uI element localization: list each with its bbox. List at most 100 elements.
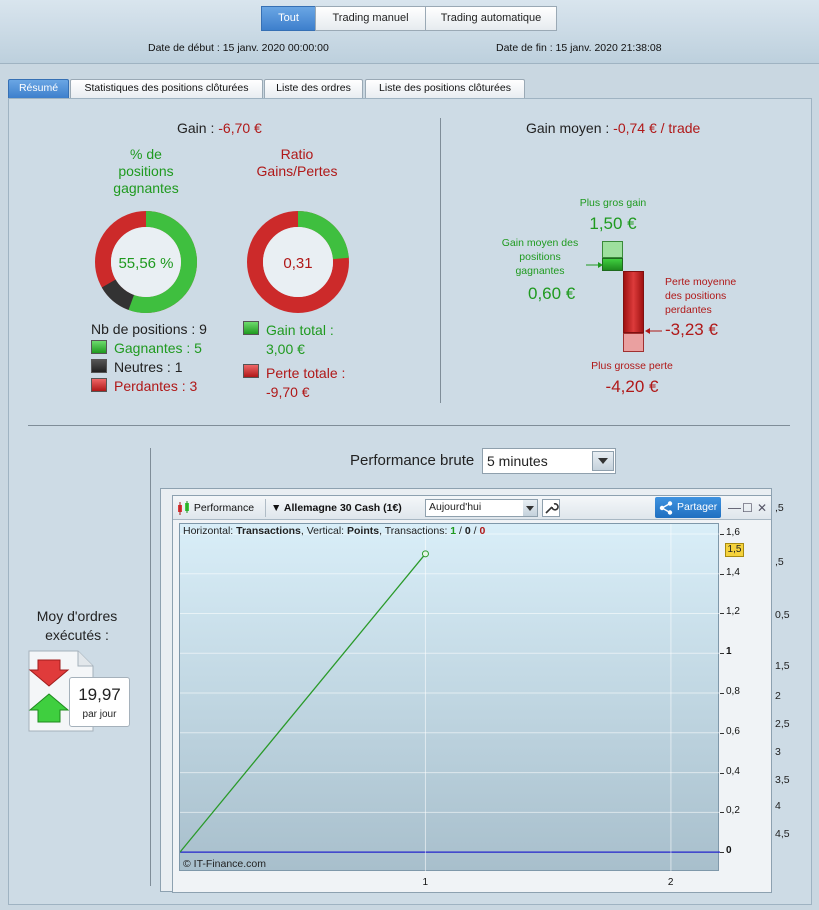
tab-liste-ordres[interactable]: Liste des ordres [264, 79, 363, 98]
performance-chart-window: Performance ▼ Allemagne 30 Cash (1€) Auj… [172, 495, 772, 893]
gain-moyen-line: Gain moyen : -0,74 € / trade [526, 120, 700, 136]
trading-automatique-button[interactable]: Trading automatique [425, 6, 557, 31]
perte-totale-label: Perte totale : [266, 365, 346, 381]
neutres-legend-icon [91, 359, 107, 373]
ratio-title: Ratio Gains/Pertes [244, 146, 350, 180]
ratio-value-text: 0,31 [283, 255, 312, 272]
ratio-title-line: Gains/Pertes [256, 163, 338, 179]
gain-moyen-label: Gain moyen : [526, 120, 614, 136]
arrow-right-icon [586, 262, 603, 268]
period-select[interactable]: Aujourd'hui [425, 499, 538, 517]
background-tick-label: 2 [775, 690, 781, 702]
background-tick-label: 4,5 [775, 828, 790, 840]
trading-manuel-button[interactable]: Trading manuel [315, 6, 426, 31]
chevron-down-icon[interactable] [523, 500, 537, 516]
chevron-down-icon[interactable] [592, 451, 614, 471]
tab-resume[interactable]: Résumé [8, 79, 69, 98]
close-icon[interactable]: ✕ [757, 499, 767, 517]
tout-button[interactable]: Tout [261, 6, 316, 31]
end-date: Date de fin : 15 janv. 2020 21:38:08 [496, 42, 662, 54]
gain-moyen-label-line: gagnantes [515, 265, 565, 277]
wrench-icon[interactable] [542, 499, 560, 517]
interval-select[interactable]: 5 minutes [482, 448, 616, 474]
share-button[interactable]: Partager [655, 497, 721, 518]
gain-total: Gain total : 3,00 € [266, 321, 334, 359]
background-tick-label: 4 [775, 800, 781, 812]
perte-totale-value: -9,70 € [266, 384, 310, 400]
gagnantes-count: Gagnantes : 5 [114, 340, 202, 356]
y-tick-label: 1,4 [726, 566, 740, 578]
win-title-line: % de [130, 146, 162, 162]
vertical-divider [440, 118, 441, 403]
y-tick-label: 0,8 [726, 686, 740, 698]
y-tick-label: 0,6 [726, 725, 740, 737]
y-tick-label: 1,6 [726, 526, 740, 538]
gain-label: Gain : [177, 120, 219, 136]
x-tick-label: 2 [667, 877, 674, 888]
gain-line: Gain : -6,70 € [177, 120, 262, 136]
avg-loss-bar [623, 271, 644, 333]
tab-liste-positions[interactable]: Liste des positions clôturées [365, 79, 525, 98]
plus-grosse-perte-value: -4,20 € [605, 377, 659, 396]
perte-totale: Perte totale : -9,70 € [266, 364, 345, 402]
gain-moyen-label-line: Gain moyen des [501, 237, 579, 249]
y-tick-label: 1,2 [726, 606, 740, 618]
y-tick-mark [720, 772, 724, 774]
y-tick-mark [720, 613, 724, 615]
background-tick-label: ,5 [775, 556, 784, 568]
orders-label-line: Moy d'ordres [36, 608, 118, 624]
perte-totale-legend-icon [243, 364, 259, 378]
ratio-donut: 0,31 [247, 211, 349, 313]
plot-area: Horizontal: Transactions, Vertical: Poin… [179, 523, 720, 872]
info-h-value: Transactions [236, 525, 301, 537]
data-point[interactable] [421, 550, 429, 558]
performance-tool-label: Performance [193, 502, 255, 514]
y-tick-mark [720, 732, 724, 734]
y-tick-label: 0,2 [726, 805, 740, 817]
orders-value: 19,97 [78, 685, 121, 704]
orders-unit: par jour [82, 709, 117, 720]
perte-moyenne-label: Perte moyenne des positions perdantes [665, 275, 736, 317]
y-tick-mark [720, 812, 724, 814]
info-t-sep: / [470, 525, 480, 537]
y-tick-mark [720, 573, 724, 575]
chart-info: Horizontal: Transactions, Vertical: Poin… [183, 525, 485, 537]
plus-gros-gain-value: 1,50 € [589, 214, 637, 233]
maximize-icon[interactable]: ☐ [742, 499, 753, 517]
performance-tool[interactable]: Performance [177, 499, 254, 517]
win-title-line: positions [118, 163, 174, 179]
win-pct-text: 55,56 % [118, 255, 173, 272]
y-tick-label: 0 [726, 845, 732, 857]
top-toolbar: Tout Trading manuel Trading automatique … [0, 0, 819, 64]
max-loss-bar [623, 333, 644, 352]
toolbar-separator [265, 499, 266, 517]
tab-statistiques[interactable]: Statistiques des positions clôturées [70, 79, 263, 98]
neutres-count: Neutres : 1 [114, 359, 183, 375]
background-tick-label: 0,5 [775, 609, 790, 621]
perte-moyenne-label-line: des positions [665, 290, 727, 302]
minimize-icon[interactable]: — [728, 499, 741, 517]
background-tick-label: 3,5 [775, 774, 790, 786]
share-label: Partager [677, 501, 718, 513]
instrument-selector[interactable]: ▼ Allemagne 30 Cash (1€) [271, 499, 402, 517]
info-v-value: Points [347, 525, 380, 537]
gain-value: -6,70 € [218, 120, 262, 136]
vertical-divider-bottom [150, 448, 151, 886]
avg-gain-bar [602, 258, 623, 271]
info-t-sep: / [456, 525, 465, 537]
info-h-label: Horizontal: [183, 525, 237, 537]
background-tick-label: 2,5 [775, 718, 790, 730]
gain-total-label: Gain total : [266, 322, 334, 338]
gain-moyen-label-line: positions [519, 251, 561, 263]
gain-moyen-value: -0,74 € / trade [613, 120, 701, 136]
y-tick-mark [720, 852, 724, 854]
chart-toolbar: Performance ▼ Allemagne 30 Cash (1€) Auj… [173, 496, 771, 520]
plus-grosse-perte-label: Plus grosse perte [591, 360, 673, 372]
performance-label: Performance brute [350, 452, 475, 469]
plus-gros-gain-label: Plus gros gain [579, 197, 647, 209]
info-t-loss: 0 [479, 525, 486, 537]
perdantes-legend-icon [91, 378, 107, 392]
period-select-value: Aujourd'hui [429, 501, 482, 513]
win-title-line: gagnantes [113, 180, 179, 196]
arrow-left-icon [645, 328, 662, 334]
